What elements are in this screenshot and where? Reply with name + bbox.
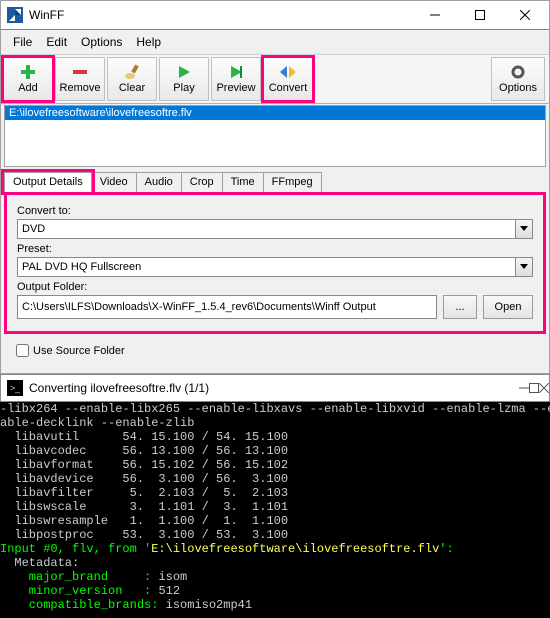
convert-to-dropdown[interactable] [516, 219, 533, 239]
convert-button[interactable]: Convert [263, 57, 313, 101]
use-source-folder-label[interactable]: Use Source Folder [16, 344, 534, 357]
options-button[interactable]: Options [491, 57, 545, 101]
clear-label: Clear [119, 82, 145, 94]
preview-icon [228, 64, 244, 80]
output-details-panel: Convert to: Preset: Output Folder: ... O… [4, 192, 546, 334]
options-label: Options [499, 82, 537, 94]
console-line: libpostproc 53. 3.100 / 53. 3.100 [0, 528, 288, 542]
menu-options[interactable]: Options [75, 33, 128, 51]
toolbar: Add Remove Clear Play Preview Convert Op… [1, 55, 549, 104]
console-line: -libx264 --enable-libx265 --enable-libxa… [0, 402, 550, 416]
console-titlebar: >_ Converting ilovefreesoftre.flv (1/1) [0, 374, 550, 402]
use-source-folder-checkbox[interactable] [16, 344, 29, 357]
play-button[interactable]: Play [159, 57, 209, 101]
convert-icon [279, 64, 297, 80]
console-line: minor_version : [0, 584, 158, 598]
console-line: ': [439, 542, 453, 556]
file-list[interactable]: E:\ilovefreesoftware\ilovefreesoftre.flv [4, 105, 546, 167]
menubar: File Edit Options Help [1, 30, 549, 55]
tab-time[interactable]: Time [222, 172, 264, 192]
console-maximize-button[interactable] [529, 383, 539, 393]
console-line: libavfilter 5. 2.103 / 5. 2.103 [0, 486, 288, 500]
console-line: compatible_brands: [0, 598, 166, 612]
console-line: isomiso2mp41 [166, 598, 252, 612]
play-icon [176, 64, 192, 80]
remove-button[interactable]: Remove [55, 57, 105, 101]
tab-crop[interactable]: Crop [181, 172, 223, 192]
tab-output-details[interactable]: Output Details [4, 172, 92, 192]
console-line: isom [158, 570, 187, 584]
window-title: WinFF [29, 8, 64, 22]
preview-label: Preview [216, 82, 255, 94]
console-close-button[interactable] [539, 383, 549, 393]
list-item[interactable]: E:\ilovefreesoftware\ilovefreesoftre.flv [5, 106, 545, 120]
titlebar: WinFF [1, 1, 549, 30]
console-line: 512 [158, 584, 180, 598]
convert-label: Convert [269, 82, 308, 94]
close-button[interactable] [502, 1, 547, 29]
minus-icon [72, 64, 88, 80]
clear-button[interactable]: Clear [107, 57, 157, 101]
console-line: major_brand : [0, 570, 158, 584]
console-line: libavdevice 56. 3.100 / 56. 3.100 [0, 472, 288, 486]
use-source-text: Use Source Folder [33, 345, 125, 357]
brush-icon [124, 64, 140, 80]
add-label: Add [18, 82, 38, 94]
tab-video[interactable]: Video [91, 172, 137, 192]
open-button[interactable]: Open [483, 295, 533, 319]
tab-ffmpeg[interactable]: FFmpeg [263, 172, 322, 192]
browse-button[interactable]: ... [443, 295, 477, 319]
app-icon [7, 7, 23, 23]
console-line: E:\ilovefreesoftware\ilovefreesoftre.flv [151, 542, 439, 556]
console-line: libavformat 56. 15.102 / 56. 15.102 [0, 458, 288, 472]
console-title: Converting ilovefreesoftre.flv (1/1) [29, 381, 209, 395]
menu-edit[interactable]: Edit [40, 33, 73, 51]
console-output: -libx264 --enable-libx265 --enable-libxa… [0, 402, 550, 618]
remove-label: Remove [60, 82, 101, 94]
preset-label: Preset: [17, 243, 533, 255]
menu-help[interactable]: Help [130, 33, 167, 51]
console-line: Input #0, flv, from ' [0, 542, 151, 556]
add-button[interactable]: Add [3, 57, 53, 101]
preview-button[interactable]: Preview [211, 57, 261, 101]
play-label: Play [173, 82, 194, 94]
console-minimize-button[interactable] [519, 383, 529, 393]
output-folder-label: Output Folder: [17, 281, 533, 293]
chevron-down-icon [520, 264, 528, 270]
preset-select[interactable] [17, 257, 516, 277]
output-folder-input[interactable] [17, 295, 437, 319]
chevron-down-icon [520, 226, 528, 232]
convert-to-label: Convert to: [17, 205, 533, 217]
maximize-button[interactable] [457, 1, 502, 29]
convert-to-select[interactable] [17, 219, 516, 239]
console-line: libavutil 54. 15.100 / 54. 15.100 [0, 430, 288, 444]
gear-icon [510, 64, 526, 80]
minimize-button[interactable] [412, 1, 457, 29]
console-line: libavcodec 56. 13.100 / 56. 13.100 [0, 444, 288, 458]
plus-icon [20, 64, 36, 80]
console-icon: >_ [7, 380, 23, 396]
console-line: Metadata: [0, 556, 79, 570]
tab-bar: Output Details Video Audio Crop Time FFm… [4, 172, 546, 192]
preset-dropdown[interactable] [516, 257, 533, 277]
console-line: able-decklink --enable-zlib [0, 416, 194, 430]
console-line: libswscale 3. 1.101 / 3. 1.101 [0, 500, 288, 514]
tab-audio[interactable]: Audio [136, 172, 182, 192]
console-line: libswresample 1. 1.100 / 1. 1.100 [0, 514, 288, 528]
menu-file[interactable]: File [7, 33, 38, 51]
